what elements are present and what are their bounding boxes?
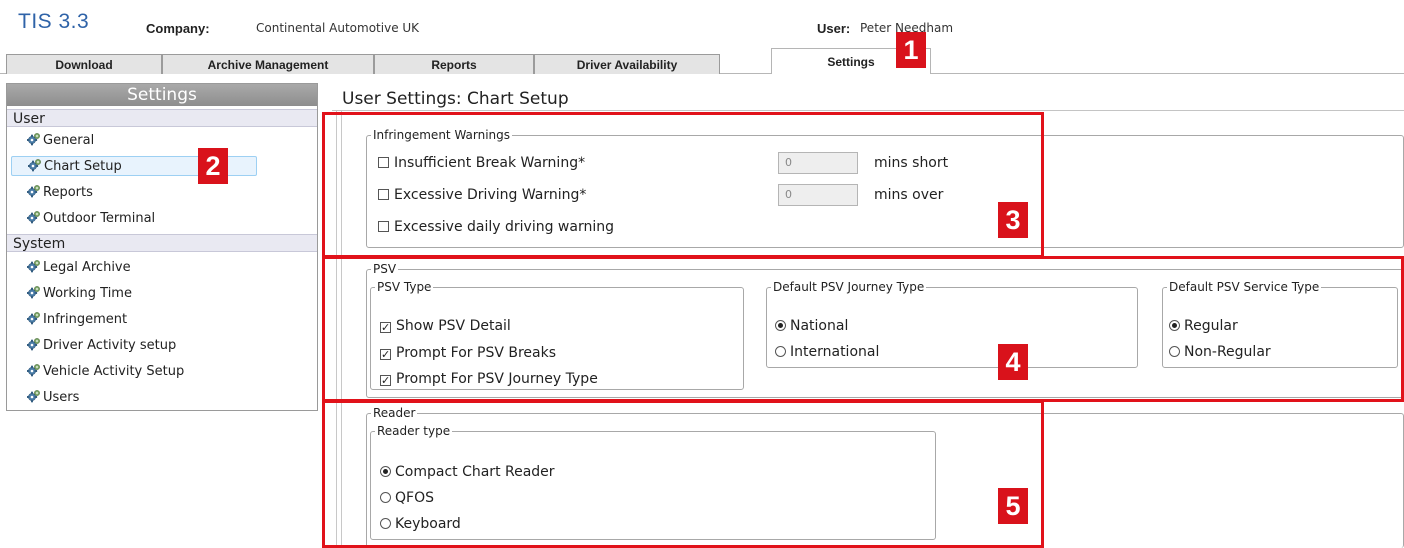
app-title: TIS 3.3 <box>18 10 90 33</box>
company-label: Company: <box>146 21 210 36</box>
annotation-badge-4: 4 <box>998 344 1028 380</box>
gear-icon <box>26 311 41 325</box>
gear-icon <box>26 259 41 273</box>
annotation-badge-1: 1 <box>896 32 926 68</box>
sidebar-item-outdoor-terminal[interactable]: Outdoor Terminal <box>26 209 156 229</box>
sidebar-item-reports[interactable]: Reports <box>26 183 93 203</box>
tab-driver-availability[interactable]: Driver Availability <box>534 54 720 74</box>
gear-icon <box>27 158 42 172</box>
sidebar-section-user: User <box>7 109 317 127</box>
gear-icon <box>26 285 41 299</box>
tab-reports[interactable]: Reports <box>374 54 534 74</box>
sidebar-item-vehicle-activity-setup[interactable]: Vehicle Activity Setup <box>26 362 185 382</box>
sidebar-item-working-time[interactable]: Working Time <box>26 284 132 304</box>
gear-icon <box>26 337 41 351</box>
sidebar-item-infringement[interactable]: Infringement <box>26 310 128 330</box>
tab-download[interactable]: Download <box>6 54 162 74</box>
sidebar-item-label: Infringement <box>43 312 128 327</box>
gear-icon <box>26 184 41 198</box>
gear-icon <box>26 389 41 403</box>
sidebar-item-label: Vehicle Activity Setup <box>43 364 185 379</box>
gear-icon <box>26 210 41 224</box>
annotation-badge-2: 2 <box>198 148 228 184</box>
annotation-badge-3: 3 <box>998 202 1028 238</box>
tab-archive-management[interactable]: Archive Management <box>162 54 374 74</box>
sidebar-item-legal-archive[interactable]: Legal Archive <box>26 258 131 278</box>
sidebar-item-general[interactable]: General <box>26 131 95 151</box>
sidebar-item-label: Chart Setup <box>44 159 122 174</box>
sidebar-item-label: Outdoor Terminal <box>43 211 156 226</box>
gear-icon <box>26 363 41 377</box>
sidebar-title: Settings <box>7 84 317 106</box>
sidebar-section-system: System <box>7 234 317 252</box>
sidebar-item-label: Legal Archive <box>43 260 131 275</box>
page-title: User Settings: Chart Setup <box>342 89 569 109</box>
sidebar-item-users[interactable]: Users <box>26 388 80 408</box>
annotation-badge-5: 5 <box>998 488 1028 524</box>
annotation-box-4 <box>322 256 1404 402</box>
settings-sidebar: Settings User General Chart Setup Report… <box>6 83 318 411</box>
sidebar-item-driver-activity-setup[interactable]: Driver Activity setup <box>26 336 177 356</box>
sidebar-item-label: Working Time <box>43 286 132 301</box>
sidebar-item-label: Users <box>43 390 80 405</box>
sidebar-item-label: Driver Activity setup <box>43 338 177 353</box>
gear-icon <box>26 132 41 146</box>
title-divider <box>332 110 1404 111</box>
annotation-box-3 <box>322 112 1044 258</box>
sidebar-item-label: Reports <box>43 185 93 200</box>
user-label: User: <box>817 21 851 36</box>
annotation-box-5 <box>322 400 1044 548</box>
sidebar-item-label: General <box>43 133 95 148</box>
company-value: Continental Automotive UK <box>256 21 420 35</box>
